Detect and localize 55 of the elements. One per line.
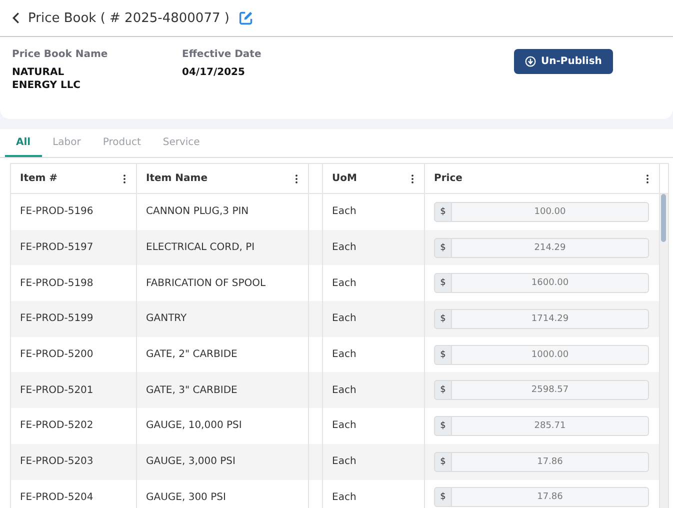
price-input[interactable]: 1000.00 xyxy=(452,344,649,365)
currency-addon: $ xyxy=(434,273,452,294)
table-cell: FE-PROD-5203 xyxy=(11,444,137,480)
currency-addon: $ xyxy=(434,202,452,222)
kebab-menu-icon[interactable] xyxy=(123,174,126,184)
tab[interactable]: Labor xyxy=(42,131,92,157)
currency-addon: $ xyxy=(434,380,452,400)
price-input[interactable]: 17.86 xyxy=(452,452,649,472)
tab[interactable]: Service xyxy=(152,131,211,157)
table-cell: FE-PROD-5204 xyxy=(11,480,137,508)
field-value: 04/17/2025 xyxy=(182,66,246,79)
table-cell: GAUGE, 300 PSI xyxy=(137,480,309,508)
page-title: Price Book ( # 2025-4800077 ) xyxy=(28,10,230,26)
price-input[interactable]: 285.71 xyxy=(452,416,649,436)
download-circle-icon xyxy=(525,56,536,67)
kebab-menu-icon[interactable] xyxy=(411,174,414,184)
table-cell: GATE, 3" CARBIDE xyxy=(137,372,309,408)
price-input[interactable]: 214.29 xyxy=(452,238,649,258)
table-cell: GANTRY xyxy=(137,301,309,337)
currency-addon: $ xyxy=(434,344,452,365)
kebab-menu-icon[interactable] xyxy=(646,174,649,184)
table-cell: ELECTRICAL CORD, PI xyxy=(137,230,309,266)
edit-icon[interactable] xyxy=(239,11,254,25)
price-input[interactable]: 1600.00 xyxy=(452,273,649,294)
currency-addon: $ xyxy=(434,452,452,472)
unpublish-button[interactable]: Un-Publish xyxy=(514,49,613,74)
table-cell: Each xyxy=(323,230,425,266)
table-cell: Each xyxy=(323,444,425,480)
table-cell: FE-PROD-5199 xyxy=(11,301,137,337)
tab[interactable]: Product xyxy=(92,131,152,157)
price-input[interactable]: 1714.29 xyxy=(452,308,649,329)
back-icon[interactable] xyxy=(12,12,20,24)
table-cell: FE-PROD-5197 xyxy=(11,230,137,266)
currency-addon: $ xyxy=(434,487,452,508)
price-input[interactable]: 17.86 xyxy=(452,487,649,508)
field-label: Price Book Name xyxy=(12,49,109,60)
field-label: Effective Date xyxy=(182,49,262,60)
currency-addon: $ xyxy=(434,308,452,329)
table-cell: GAUGE, 3,000 PSI xyxy=(137,444,309,480)
table-cell: Each xyxy=(323,372,425,408)
kebab-menu-icon[interactable] xyxy=(295,174,298,184)
table-cell: Each xyxy=(323,480,425,508)
column-header[interactable]: Item # xyxy=(11,164,137,193)
table-cell: FE-PROD-5201 xyxy=(11,372,137,408)
currency-addon: $ xyxy=(434,238,452,258)
column-header[interactable]: Price xyxy=(425,164,660,193)
table-cell: Each xyxy=(323,301,425,337)
column-header[interactable]: Item Name xyxy=(137,164,309,193)
price-input[interactable]: 100.00 xyxy=(452,202,649,222)
field-value: NATURAL ENERGY LLC xyxy=(12,66,82,92)
currency-addon: $ xyxy=(434,416,452,436)
tab[interactable]: All xyxy=(5,131,42,157)
price-input[interactable]: 2598.57 xyxy=(452,380,649,400)
scrollbar[interactable] xyxy=(660,194,668,508)
column-header[interactable]: UoM xyxy=(323,164,425,193)
